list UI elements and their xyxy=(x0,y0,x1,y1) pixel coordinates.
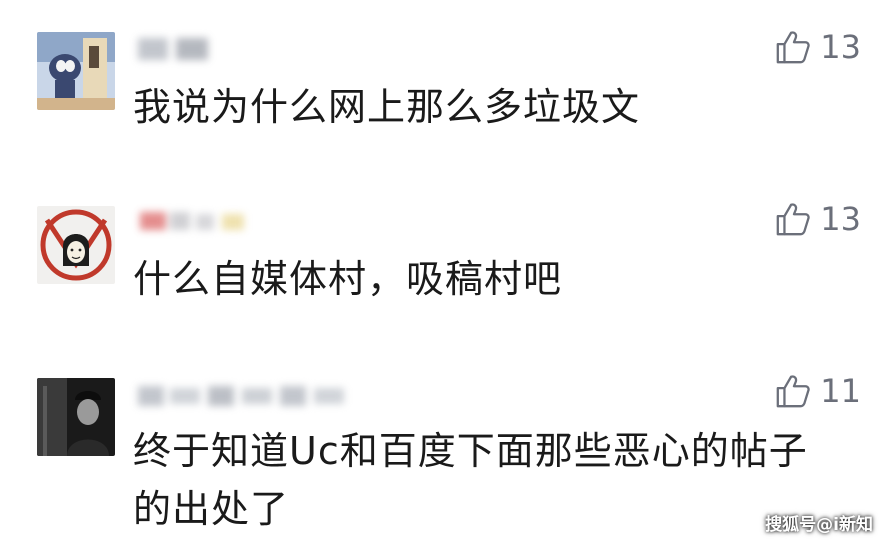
watermark: 搜狐号@i新知 xyxy=(765,515,873,535)
like-count: 13 xyxy=(820,200,861,238)
comment-list: 13 我说为什么网上那么多垃圾文 13 什么自媒体村，吸稿村吧 11 终于知道U… xyxy=(0,0,891,545)
like-count: 11 xyxy=(820,372,861,410)
username-blurred[interactable] xyxy=(136,206,276,236)
username-blurred[interactable] xyxy=(136,380,366,410)
like-button[interactable]: 11 xyxy=(774,372,861,410)
avatar[interactable] xyxy=(37,378,115,456)
avatar[interactable] xyxy=(37,206,115,284)
like-button[interactable]: 13 xyxy=(774,200,861,238)
comment-text: 终于知道Uc和百度下面那些恶心的帖子的出处了 xyxy=(133,429,808,531)
comment-text: 什么自媒体村，吸稿村吧 xyxy=(133,257,563,301)
thumbs-up-icon xyxy=(776,375,810,408)
thumbs-up-icon xyxy=(776,203,810,236)
comment-item: 11 终于知道Uc和百度下面那些恶心的帖子的出处了 xyxy=(0,0,891,531)
